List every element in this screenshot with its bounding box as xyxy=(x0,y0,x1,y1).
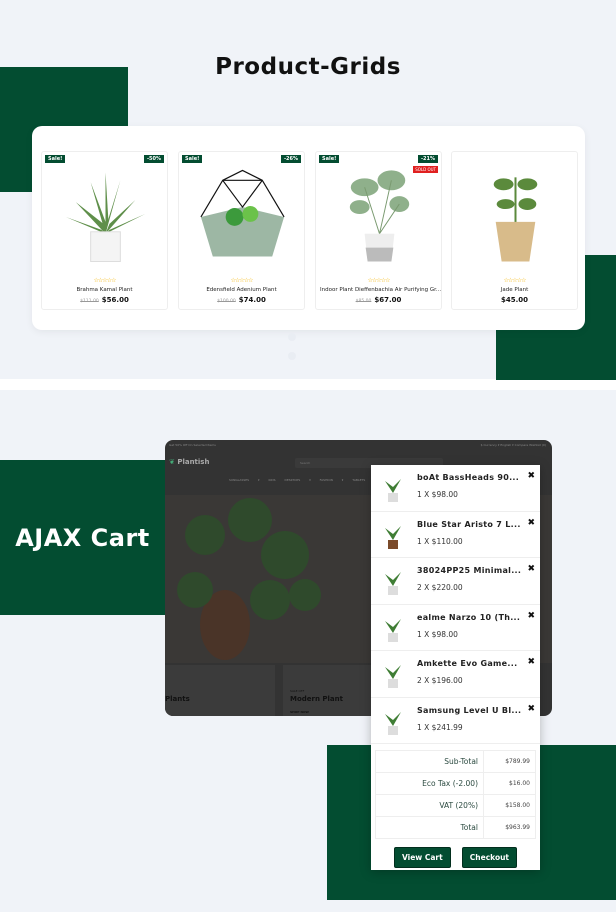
product-price: $100.00 $74.00 xyxy=(217,296,266,304)
cart-item-qty-price: 1 X $98.00 xyxy=(417,629,458,639)
cart-item: boAt BassHeads 90... 1 X $98.00 ✖ xyxy=(371,465,540,512)
cart-item-name[interactable]: Amkette Evo Game... xyxy=(417,659,517,668)
product-name[interactable]: Edensfield Adenium Plant xyxy=(179,287,304,293)
view-cart-button[interactable]: View Cart xyxy=(393,847,451,868)
cart-item-name[interactable]: Blue Star Aristo 7 L... xyxy=(417,520,521,529)
totals-value: $963.99 xyxy=(483,816,536,839)
section-title: AJAX Cart xyxy=(0,460,165,615)
product-card[interactable]: Sale! -26% ☆☆☆☆☆ Edensfield Adenium Plant… xyxy=(178,151,305,310)
remove-icon[interactable]: ✖ xyxy=(527,564,535,574)
product-image[interactable] xyxy=(56,162,155,262)
product-thumbnail[interactable] xyxy=(379,520,407,550)
totals-label: Sub-Total xyxy=(375,750,484,773)
remove-icon[interactable]: ✖ xyxy=(527,471,535,481)
totals-value: $16.00 xyxy=(483,772,536,795)
totals-label: VAT (20%) xyxy=(375,794,484,817)
main-nav[interactable]: SUNGLASSES ▾ KIDS DESKTOPS ▾ FASHION ▾ T… xyxy=(229,478,365,482)
cart-item-qty-price: 1 X $241.99 xyxy=(417,722,463,732)
cart-item-qty-price: 1 X $110.00 xyxy=(417,536,463,546)
section-title: Product-Grids xyxy=(215,54,401,80)
cart-item-name[interactable]: Samsung Level U Bl... xyxy=(417,706,521,715)
product-price: $111.00 $56.00 xyxy=(80,296,129,304)
cart-item-name[interactable]: boAt BassHeads 90... xyxy=(417,473,519,482)
rating-stars: ☆☆☆☆☆ xyxy=(503,277,527,284)
product-image[interactable] xyxy=(466,162,565,262)
carousel-dots[interactable] xyxy=(288,326,328,360)
product-card[interactable]: ☆☆☆☆☆ Jade Plant $45.00 xyxy=(451,151,578,310)
product-thumbnail[interactable] xyxy=(379,473,407,503)
totals-value: $158.00 xyxy=(483,794,536,817)
rating-stars: ☆☆☆☆☆ xyxy=(93,277,117,284)
product-carousel: Sale! -50% ☆☆☆☆☆ Brahma Kamal Plant $111.… xyxy=(32,126,585,330)
logo[interactable]: ❦ Plantish xyxy=(169,458,209,466)
cart-item: Samsung Level U Bl... 1 X $241.99 ✖ xyxy=(371,698,540,744)
cart-item: Blue Star Aristo 7 L... 1 X $110.00 ✖ xyxy=(371,512,540,558)
cart-item: Amkette Evo Game... 2 X $196.00 ✖ xyxy=(371,651,540,698)
product-card[interactable]: Sale! -21% SOLD OUT ☆☆☆☆☆ Indoor Plant Die… xyxy=(315,151,442,310)
product-price: $85.00 $67.00 xyxy=(355,296,402,304)
product-name[interactable]: Jade Plant xyxy=(452,287,577,293)
cart-dropdown: boAt BassHeads 90... 1 X $98.00 ✖ Blue S… xyxy=(371,465,540,870)
remove-icon[interactable]: ✖ xyxy=(527,704,535,714)
cart-totals: Sub-Total $789.99 Eco Tax (-2.00) $16.00 VAT… xyxy=(375,750,536,839)
rating-stars: ☆☆☆☆☆ xyxy=(230,277,254,284)
totals-row: VAT (20%) $158.00 xyxy=(375,794,536,817)
totals-row: Eco Tax (-2.00) $16.00 xyxy=(375,772,536,795)
cart-item-name[interactable]: 38024PP25 Minimal... xyxy=(417,566,521,575)
cart-item-qty-price: 2 X $196.00 xyxy=(417,676,463,685)
remove-icon[interactable]: ✖ xyxy=(527,657,535,667)
totals-row: Total $963.99 xyxy=(375,816,536,839)
cart-item: ealme Narzo 10 (Th... 1 X $98.00 ✖ xyxy=(371,605,540,651)
cart-item: 38024PP25 Minimal... 2 X $220.00 ✖ xyxy=(371,558,540,605)
product-price: $45.00 xyxy=(500,296,528,304)
cart-item-qty-price: 2 X $220.00 xyxy=(417,583,463,592)
leaf-icon: ❦ xyxy=(169,458,175,466)
remove-icon[interactable]: ✖ xyxy=(527,611,535,621)
totals-label: Eco Tax (-2.00) xyxy=(375,772,484,795)
cart-item-name[interactable]: ealme Narzo 10 (Th... xyxy=(417,613,520,622)
product-image[interactable] xyxy=(193,162,292,262)
checkout-button[interactable]: Checkout xyxy=(461,847,518,868)
product-thumbnail[interactable] xyxy=(379,659,407,689)
promo-banner[interactable]: Plants xyxy=(165,665,275,716)
product-card[interactable]: Sale! -50% ☆☆☆☆☆ Brahma Kamal Plant $111.… xyxy=(41,151,168,310)
product-name[interactable]: Indoor Plant Dieffenbachia Air Purifying… xyxy=(316,287,441,293)
totals-row: Sub-Total $789.99 xyxy=(375,750,536,773)
totals-value: $789.99 xyxy=(483,750,536,773)
product-thumbnail[interactable] xyxy=(379,706,407,736)
rating-stars: ☆☆☆☆☆ xyxy=(367,277,391,284)
product-image[interactable] xyxy=(330,162,429,262)
cart-item-qty-price: 1 X $98.00 xyxy=(417,490,458,499)
topbar: Get 50% Off On Selected Items $ Currency … xyxy=(169,443,546,447)
product-thumbnail[interactable] xyxy=(379,613,407,643)
totals-label: Total xyxy=(375,816,484,839)
product-thumbnail[interactable] xyxy=(379,566,407,596)
product-name[interactable]: Brahma Kamal Plant xyxy=(42,287,167,293)
remove-icon[interactable]: ✖ xyxy=(527,518,535,528)
